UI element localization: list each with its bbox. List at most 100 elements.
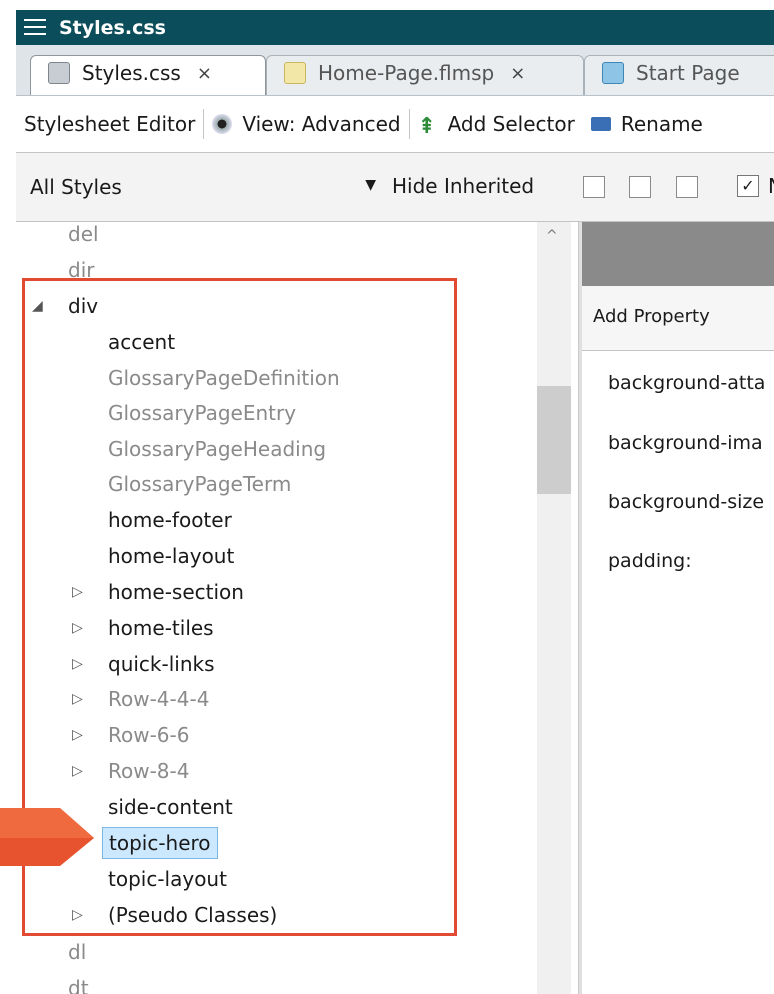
tree-item[interactable]: ▷ Row-6-6 (16, 717, 516, 753)
tree-item[interactable]: del (16, 222, 516, 252)
tree-item-label: dir (68, 258, 95, 282)
tree-item[interactable]: dt (16, 970, 516, 994)
tab-label: Start Page (636, 61, 740, 85)
tree-item-label: accent (108, 330, 176, 354)
add-selector-icon: ⇞ (417, 114, 437, 139)
hamburger-menu-icon[interactable] (24, 19, 46, 37)
expanded-arrow-icon[interactable]: ◢ (32, 288, 48, 324)
tree-item-label: quick-links (108, 652, 215, 676)
selector-tree: ^ del dir ◢ div accent GlossaryPageDefinition… (16, 222, 578, 994)
collapsed-arrow-icon[interactable]: ▷ (72, 897, 88, 933)
tree-item-label: (Pseudo Classes) (108, 903, 278, 927)
tree-item-label: GlossaryPageTerm (108, 472, 292, 496)
css-file-icon (48, 62, 70, 84)
tree-item-label: topic-layout (108, 867, 227, 891)
tree-item-label: Row-8-4 (108, 759, 190, 783)
tab-label: Styles.css (82, 61, 181, 85)
tree-item-label: GlossaryPageHeading (108, 437, 327, 461)
rename-button[interactable]: Rename (583, 112, 711, 136)
tree-item-label: home-tiles (108, 616, 214, 640)
tree-item-label: GlossaryPageDefinition (108, 366, 340, 390)
tree-item[interactable]: dir (16, 252, 516, 288)
add-property-label: Add Property (593, 306, 710, 327)
tree-item-label: home-footer (108, 508, 232, 532)
tree-item[interactable]: ▷ Row-8-4 (16, 753, 516, 789)
eye-icon (212, 114, 233, 134)
close-icon[interactable]: × (510, 63, 525, 84)
tree-item[interactable]: home-footer (16, 502, 516, 538)
stylesheet-editor-window: Styles.css Styles.css × Home-Page.flmsp … (16, 0, 774, 994)
tree-item-label: side-content (108, 795, 233, 819)
tree-item[interactable]: ▷ quick-links (16, 646, 516, 682)
tree-item[interactable]: ▷ (Pseudo Classes) (16, 897, 516, 933)
tree-item-label: home-section (108, 580, 244, 604)
tree-item[interactable]: ▷ home-tiles (16, 610, 516, 646)
stylesheet-editor-label: Stylesheet Editor (16, 112, 203, 136)
tree-item[interactable]: home-layout (16, 538, 516, 574)
filter-bar: All Styles ▼ Hide Inherited ✓ N (16, 153, 774, 222)
scroll-up-icon[interactable]: ^ (546, 228, 558, 244)
rename-label: Rename (620, 112, 703, 136)
collapsed-arrow-icon[interactable]: ▷ (72, 574, 88, 610)
editor-label-text: Stylesheet Editor (24, 112, 196, 136)
add-property-button[interactable]: Add Property (582, 286, 774, 351)
tree-item-label: dt (68, 976, 89, 994)
collapsed-arrow-icon[interactable]: ▷ (72, 681, 88, 717)
page-file-icon (284, 62, 306, 84)
tree-item-label: topic-hero (102, 827, 218, 859)
view-mode-button[interactable]: View: Advanced (204, 112, 408, 136)
tree-item[interactable]: GlossaryPageDefinition (16, 360, 516, 396)
collapsed-arrow-icon[interactable]: ▷ (72, 717, 88, 753)
tree-item[interactable]: ◢ div (16, 288, 516, 324)
expand-all-icon[interactable] (676, 176, 698, 198)
scrollbar-thumb[interactable] (537, 386, 571, 494)
tab-start-page[interactable]: Start Page (584, 55, 774, 95)
chevron-down-icon: ▼ (365, 177, 376, 193)
collapse-all-icon[interactable] (629, 176, 651, 198)
property-row[interactable]: padding: (608, 550, 692, 572)
collapsed-arrow-icon[interactable]: ▷ (72, 753, 88, 789)
tree-item-label: GlossaryPageEntry (108, 401, 297, 425)
add-selector-button[interactable]: ⇞ Add Selector (410, 112, 583, 139)
styles-filter-value: All Styles (30, 175, 122, 199)
tab-home-page[interactable]: Home-Page.flmsp × (266, 55, 584, 95)
title-bar: Styles.css (16, 10, 774, 45)
window-title: Styles.css (59, 17, 166, 39)
editor-toolbar: Stylesheet Editor View: Advanced ⇞ Add S… (16, 96, 774, 153)
property-pane-header (582, 222, 774, 286)
tree-item-label: home-layout (108, 544, 235, 568)
checkbox-checked[interactable]: ✓ (737, 175, 759, 197)
collapsed-arrow-icon[interactable]: ▷ (72, 646, 88, 682)
checkbox-label: N (768, 174, 774, 198)
rename-icon (590, 117, 611, 131)
property-row[interactable]: background-ima (608, 432, 763, 454)
tree-item[interactable]: ▷ home-section (16, 574, 516, 610)
tree-item[interactable]: GlossaryPageEntry (16, 395, 516, 431)
view-mode-label: View: Advanced (242, 112, 401, 136)
close-icon[interactable]: × (197, 63, 212, 84)
add-selector-label: Add Selector (447, 112, 575, 136)
tree-item[interactable]: accent (16, 324, 516, 360)
tab-label: Home-Page.flmsp (318, 61, 495, 85)
tree-item-label: del (68, 222, 99, 246)
hide-inherited-button[interactable]: Hide Inherited (392, 174, 534, 198)
property-pane: Add Property background-atta background-… (582, 222, 774, 994)
tree-item-label: div (68, 294, 99, 318)
tree-item[interactable]: dl (16, 934, 516, 970)
tree-item-label: dl (68, 940, 87, 964)
property-row[interactable]: background-size (608, 491, 764, 513)
tree-item-label: Row-6-6 (108, 723, 190, 747)
tree-item[interactable]: GlossaryPageTerm (16, 466, 516, 502)
collapsed-arrow-icon[interactable]: ▷ (72, 610, 88, 646)
callout-arrow-icon (0, 808, 94, 866)
sort-alpha-icon[interactable] (583, 176, 605, 198)
tree-item[interactable]: GlossaryPageHeading (16, 431, 516, 467)
document-tab-strip: Styles.css × Home-Page.flmsp × Start Pag… (16, 45, 774, 96)
tree-item-label: Row-4-4-4 (108, 687, 210, 711)
tree-scrollbar[interactable]: ^ (537, 222, 571, 994)
start-page-icon (602, 62, 624, 84)
tab-styles-css[interactable]: Styles.css × (30, 55, 266, 95)
tree-item[interactable]: ▷ Row-4-4-4 (16, 681, 516, 717)
styles-filter-select[interactable]: All Styles ▼ (26, 173, 376, 201)
property-row[interactable]: background-atta (608, 372, 765, 394)
